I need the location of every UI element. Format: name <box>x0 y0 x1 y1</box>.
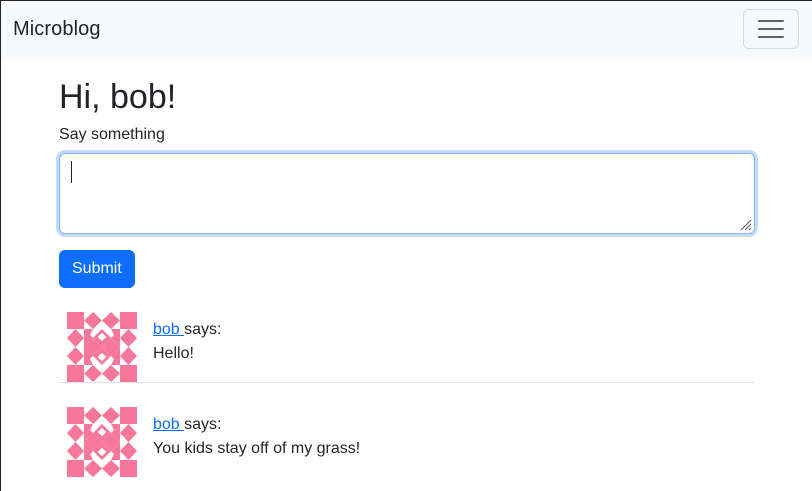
post-field-label: Say something <box>59 126 165 143</box>
main-container: Hi, bob! Say something Submit bob says: <box>59 57 755 487</box>
resize-grip-icon[interactable] <box>740 219 752 231</box>
post-item: bob says: Hello! <box>59 304 755 383</box>
page: Microblog Hi, bob! Say something Submit <box>0 0 812 491</box>
navbar: Microblog <box>1 1 812 57</box>
post-says-label: says: <box>184 416 222 433</box>
post-header: bob says: <box>153 413 360 437</box>
post-list: bob says: Hello! bob says: You kids stay… <box>59 304 755 487</box>
navbar-toggler-button[interactable] <box>743 9 799 49</box>
post-body: bob says: Hello! <box>153 312 221 374</box>
hamburger-menu-icon <box>758 20 784 38</box>
post-text: Hello! <box>153 345 194 362</box>
avatar-identicon-icon[interactable] <box>67 407 137 477</box>
post-header: bob says: <box>153 318 221 342</box>
text-caret <box>71 161 72 183</box>
post-textarea[interactable] <box>59 153 755 234</box>
avatar-identicon-icon[interactable] <box>67 312 137 382</box>
submit-button[interactable]: Submit <box>59 250 135 288</box>
brand-link[interactable]: Microblog <box>13 18 101 41</box>
post-author-link[interactable]: bob <box>153 416 184 433</box>
post-author-link[interactable]: bob <box>153 321 184 338</box>
post-text: You kids stay off of my grass! <box>153 440 361 457</box>
post-says-label: says: <box>184 321 222 338</box>
page-title: Hi, bob! <box>59 78 177 116</box>
post-textarea-wrapper <box>59 153 755 234</box>
post-body: bob says: You kids stay off of my grass! <box>153 407 360 479</box>
post-item: bob says: You kids stay off of my grass! <box>59 399 755 487</box>
